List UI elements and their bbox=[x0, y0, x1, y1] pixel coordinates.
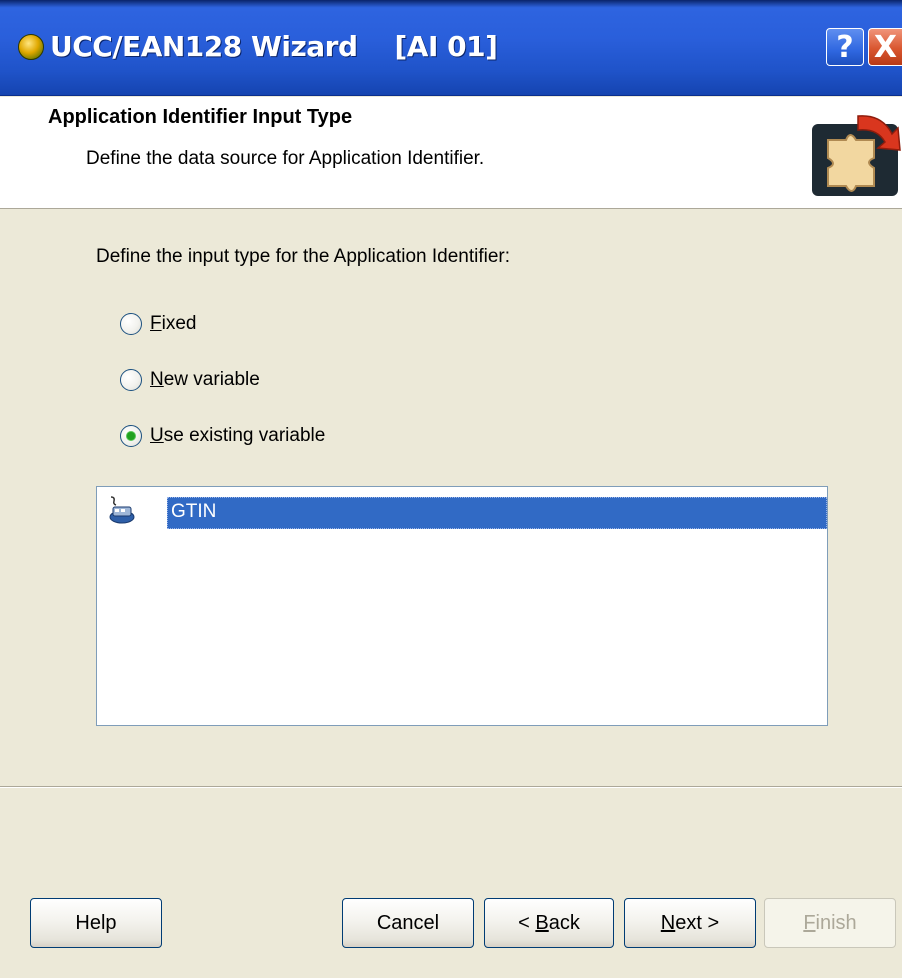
radio-label-fixed: Fixed bbox=[150, 313, 197, 334]
input-type-prompt: Define the input type for the Applicatio… bbox=[96, 246, 511, 267]
radio-fixed[interactable]: Fixed bbox=[120, 310, 196, 338]
help-button[interactable]: Help bbox=[30, 898, 162, 948]
radio-new-variable[interactable]: New variable bbox=[120, 366, 260, 394]
puzzle-piece-arrow-icon bbox=[812, 115, 901, 196]
variable-listbox[interactable]: GTIN bbox=[96, 486, 828, 726]
cancel-button[interactable]: Cancel bbox=[342, 898, 474, 948]
window-title: UCC/EAN128 Wizard [AI 01] bbox=[50, 30, 498, 63]
close-caption-button[interactable]: X bbox=[868, 28, 902, 66]
radio-button-use-existing-variable[interactable] bbox=[120, 425, 142, 447]
title-bar[interactable]: UCC/EAN128 Wizard [AI 01] ? X bbox=[0, 0, 902, 96]
radio-label-new-variable: New variable bbox=[150, 369, 260, 390]
finish-button[interactable]: Finish bbox=[764, 898, 896, 948]
page-subtitle: Define the data source for Application I… bbox=[86, 148, 485, 169]
variable-item-label[interactable]: GTIN bbox=[167, 497, 827, 529]
variable-icon bbox=[109, 496, 135, 524]
back-button[interactable]: < Back bbox=[484, 898, 614, 948]
radio-button-new-variable[interactable] bbox=[120, 369, 142, 391]
app-icon bbox=[18, 34, 44, 60]
radio-label-use-existing-variable: Use existing variable bbox=[150, 425, 326, 446]
help-caption-button[interactable]: ? bbox=[826, 28, 864, 66]
list-item[interactable]: GTIN bbox=[101, 491, 827, 531]
radio-checked-dot bbox=[127, 432, 135, 440]
next-button[interactable]: Next > bbox=[624, 898, 756, 948]
radio-button-fixed[interactable] bbox=[120, 313, 142, 335]
radio-use-existing-variable[interactable]: Use existing variable bbox=[120, 422, 325, 450]
page-title: Application Identifier Input Type bbox=[48, 106, 353, 128]
footer-separator bbox=[0, 786, 902, 788]
